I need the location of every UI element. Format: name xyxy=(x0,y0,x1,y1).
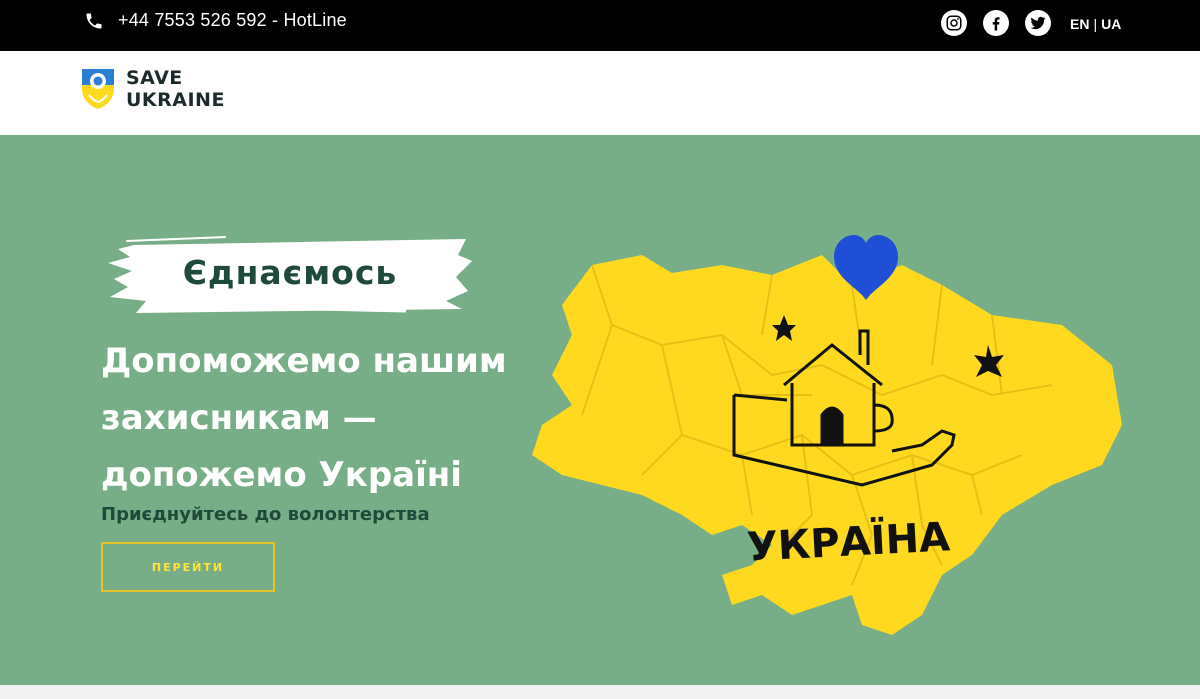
headline-line-3: допожемо Україні xyxy=(101,455,462,495)
hero-tagline: Єднаємось xyxy=(182,253,398,292)
go-button[interactable]: ПЕРЕЙТИ xyxy=(101,542,275,592)
hero-subtitle: Приєднуйтесь до волонтерства xyxy=(101,504,430,525)
site-logo[interactable]: SAVE UKRAINE xyxy=(80,67,225,111)
social-links xyxy=(941,10,1051,36)
hero-headline: Допоможемо нашим захисникам — допожемо У… xyxy=(101,333,531,504)
language-switcher: EN | UA xyxy=(1070,16,1121,32)
footer-strip xyxy=(0,685,1200,699)
save-ukraine-logo-icon xyxy=(82,69,114,109)
phone-icon xyxy=(86,13,102,28)
ukraine-map-illustration: УКРАЇНА xyxy=(532,235,1122,635)
instagram-icon[interactable] xyxy=(941,10,967,36)
facebook-icon[interactable] xyxy=(983,10,1009,36)
headline-line-2: захисникам — xyxy=(101,398,377,438)
lang-en-link[interactable]: EN xyxy=(1070,16,1089,32)
lang-ua-link[interactable]: UA xyxy=(1101,16,1121,32)
twitter-icon[interactable] xyxy=(1025,10,1051,36)
site-header: SAVE UKRAINE xyxy=(0,51,1200,135)
hero-section: Єднаємось Допоможемо нашим захисникам — … xyxy=(0,135,1200,685)
logo-line-save: SAVE xyxy=(126,67,183,89)
top-bar: +44 7553 526 592 - HotLine EN | UA xyxy=(0,0,1200,51)
hotline-link[interactable]: +44 7553 526 592 - HotLine xyxy=(84,10,347,31)
lang-separator: | xyxy=(1093,16,1098,32)
hotline-text: +44 7553 526 592 - HotLine xyxy=(118,10,347,30)
headline-line-1: Допоможемо нашим xyxy=(101,341,507,381)
logo-line-ukraine: UKRAINE xyxy=(126,89,225,111)
logo-wordmark: SAVE UKRAINE xyxy=(126,67,225,111)
